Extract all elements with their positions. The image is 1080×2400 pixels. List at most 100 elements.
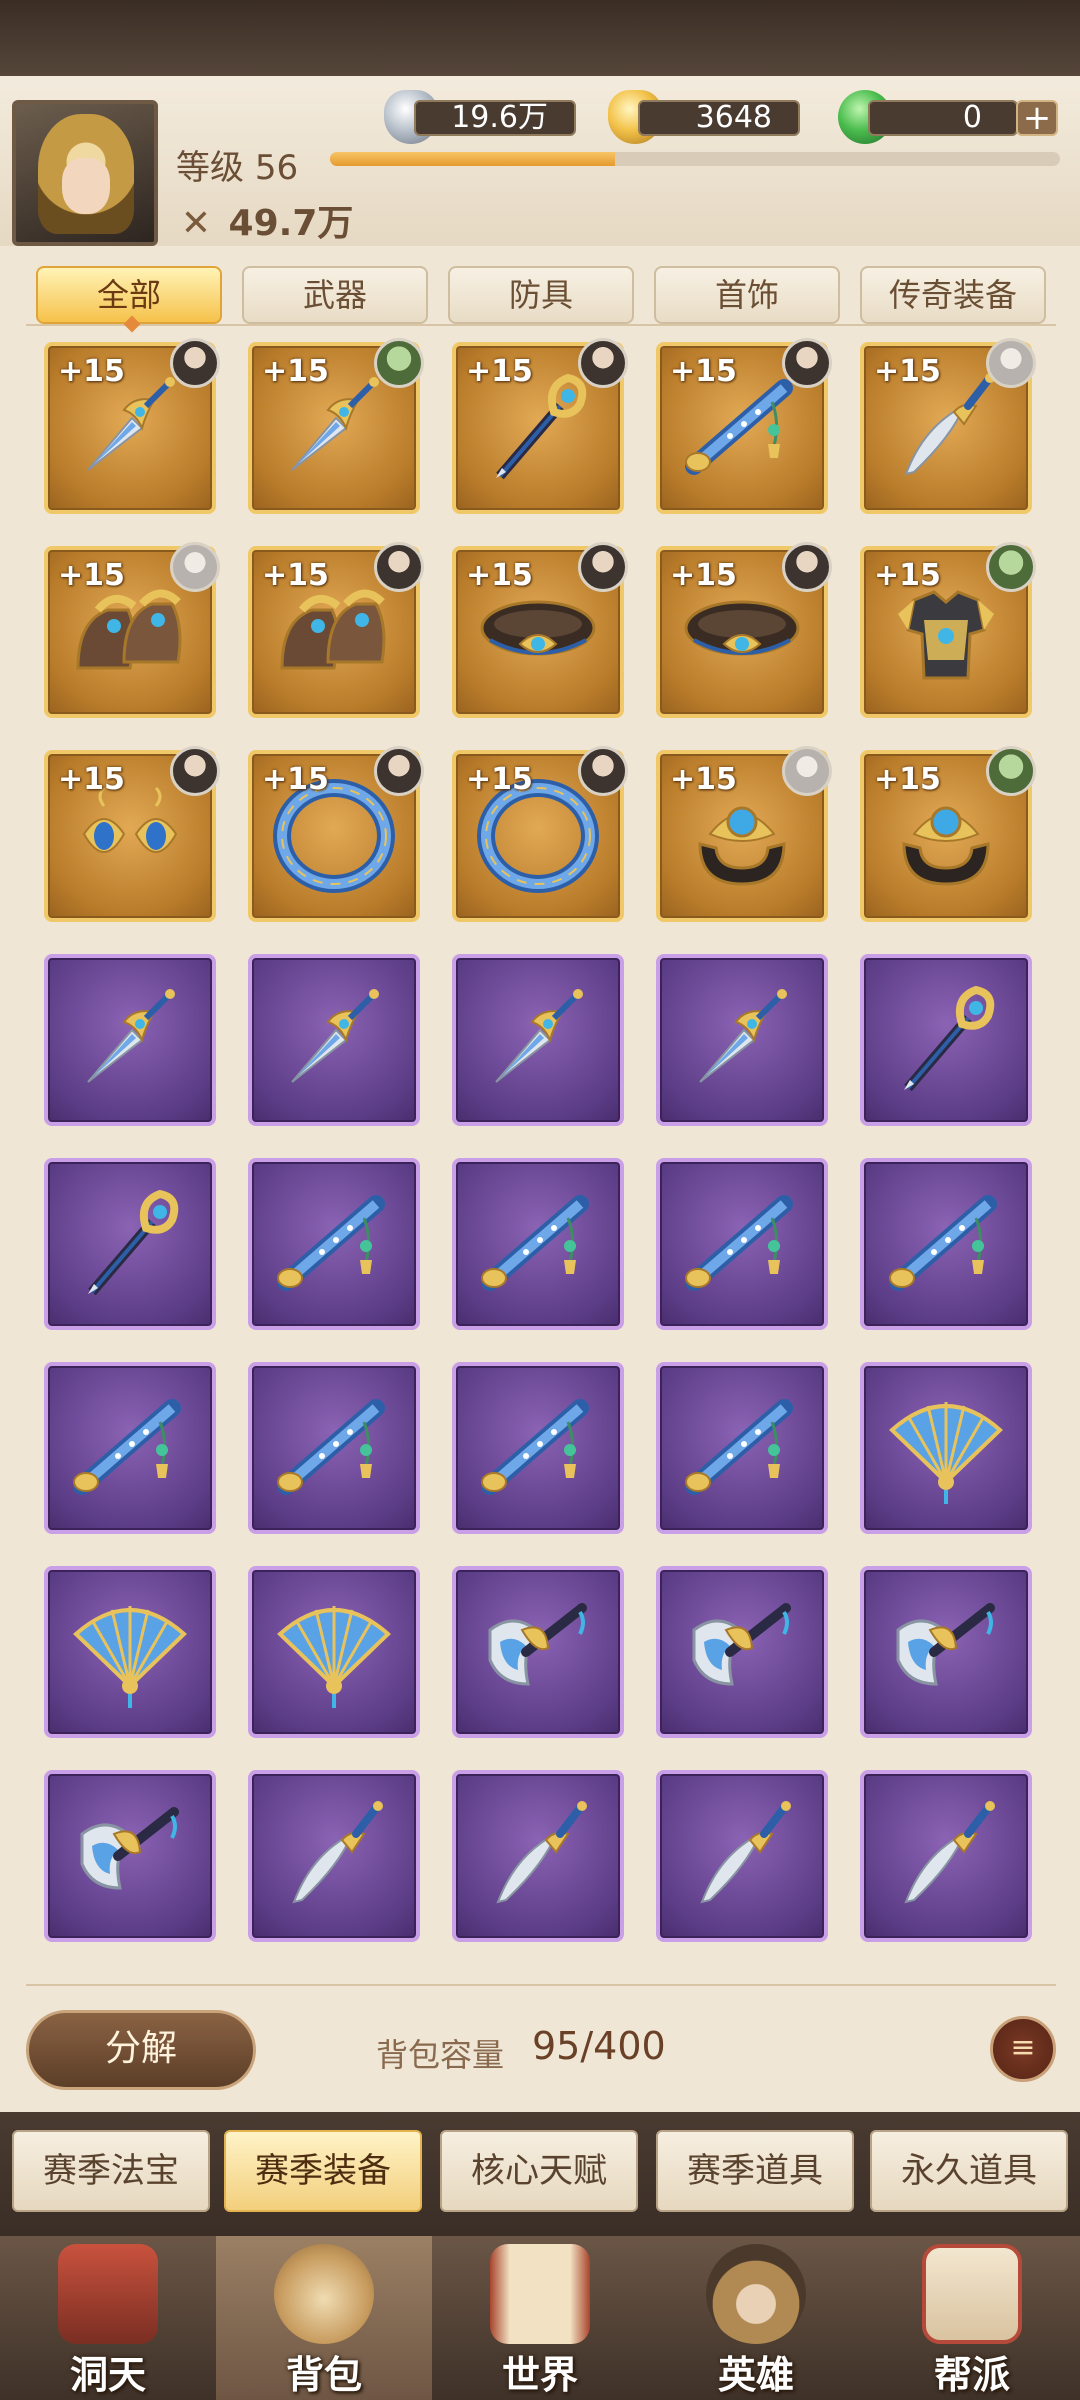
add-currency-button[interactable]: + xyxy=(1016,100,1058,136)
gold-counter[interactable]: 3648 xyxy=(638,100,800,136)
curved-blade-icon xyxy=(884,1794,1008,1918)
silver-counter[interactable]: 19.6万 xyxy=(414,100,576,136)
subtab-season-items[interactable]: 赛季道具 xyxy=(656,2130,854,2212)
item-slot[interactable] xyxy=(860,1158,1032,1330)
axe-icon xyxy=(476,1590,600,1714)
equipped-item-slot[interactable]: +15 xyxy=(248,542,424,718)
owner-hero-avatar xyxy=(578,746,628,796)
silver-value: 19.6万 xyxy=(451,100,548,135)
fan-icon xyxy=(272,1590,396,1714)
jade-counter[interactable]: 0 xyxy=(868,100,1018,136)
equipped-item-slot[interactable]: +15 xyxy=(860,542,1036,718)
subtab-season-equipment[interactable]: 赛季装备 xyxy=(224,2130,422,2212)
subtab-permanent-items[interactable]: 永久道具 xyxy=(870,2130,1068,2212)
item-slot[interactable] xyxy=(452,1770,624,1942)
dagger-icon xyxy=(272,978,396,1102)
item-slot[interactable] xyxy=(860,1566,1032,1738)
item-slot[interactable] xyxy=(248,1362,420,1534)
owner-hero-avatar xyxy=(578,542,628,592)
item-slot[interactable] xyxy=(44,1566,216,1738)
capacity-label: 背包容量 xyxy=(376,2036,505,2074)
enhance-level: +15 xyxy=(670,558,737,593)
equipped-item-slot[interactable]: +15 xyxy=(860,338,1036,514)
dagger-icon xyxy=(68,978,192,1102)
item-slot[interactable] xyxy=(452,1566,624,1738)
dagger-icon xyxy=(680,978,804,1102)
item-slot[interactable] xyxy=(44,1158,216,1330)
equipped-item-slot[interactable]: +15 xyxy=(248,746,424,922)
tab-all[interactable]: 全部 xyxy=(36,266,222,324)
player-level: 等级 56 xyxy=(176,140,298,189)
item-slot[interactable] xyxy=(656,1770,828,1942)
enhance-level: +15 xyxy=(58,558,125,593)
equipped-item-slot[interactable]: +15 xyxy=(248,338,424,514)
tab-armor[interactable]: 防具 xyxy=(448,266,634,324)
xp-bar-fill xyxy=(330,152,615,166)
fan-icon xyxy=(884,1386,1008,1510)
level-value: 56 xyxy=(254,148,299,188)
equipped-item-slot[interactable]: +15 xyxy=(44,542,220,718)
item-slot[interactable] xyxy=(248,1566,420,1738)
nav-hero[interactable]: 英雄 xyxy=(648,2236,864,2400)
avatar-face xyxy=(62,158,110,214)
bag-icon xyxy=(274,2244,374,2344)
item-slot[interactable] xyxy=(452,954,624,1126)
subtab-core-talent[interactable]: 核心天赋 xyxy=(440,2130,638,2212)
item-slot[interactable] xyxy=(248,954,420,1126)
equipped-item-slot[interactable]: +15 xyxy=(44,338,220,514)
nav-world[interactable]: 世界 xyxy=(432,2236,648,2400)
axe-icon xyxy=(680,1590,804,1714)
equipped-item-slot[interactable]: +15 xyxy=(44,746,220,922)
nav-label: 洞天 xyxy=(69,2353,146,2397)
equipped-item-slot[interactable]: +15 xyxy=(860,746,1036,922)
item-slot[interactable] xyxy=(860,954,1032,1126)
equipment-grid: +15 +15 +15 +15 +15 +15 +15 +15 +15 +15 +15 +15 +15 +… xyxy=(44,338,1044,1960)
item-slot[interactable] xyxy=(44,954,216,1126)
level-label: 等级 xyxy=(176,148,244,188)
equipped-item-slot[interactable]: +15 xyxy=(452,338,628,514)
scroll-icon xyxy=(490,2244,590,2344)
player-avatar[interactable] xyxy=(12,100,158,246)
enhance-level: +15 xyxy=(262,558,329,593)
item-slot[interactable] xyxy=(452,1158,624,1330)
category-tabs: 全部 武器 防具 首饰 传奇装备 xyxy=(36,266,1046,324)
item-slot[interactable] xyxy=(656,954,828,1126)
equipped-item-slot[interactable]: +15 xyxy=(656,746,832,922)
item-slot[interactable] xyxy=(656,1362,828,1534)
item-slot[interactable] xyxy=(656,1158,828,1330)
owner-hero-avatar xyxy=(170,746,220,796)
tab-legendary[interactable]: 传奇装备 xyxy=(860,266,1046,324)
crossed-swords-icon: ✕ xyxy=(180,203,212,244)
item-slot[interactable] xyxy=(248,1158,420,1330)
filter-icon[interactable]: ≡ xyxy=(990,2016,1056,2082)
item-slot[interactable] xyxy=(44,1362,216,1534)
nav-bag[interactable]: 背包 xyxy=(216,2236,432,2400)
item-slot[interactable] xyxy=(452,1362,624,1534)
equipped-item-slot[interactable]: +15 xyxy=(452,746,628,922)
owner-hero-avatar xyxy=(374,542,424,592)
equipped-item-slot[interactable]: +15 xyxy=(656,338,832,514)
item-slot[interactable] xyxy=(656,1566,828,1738)
enhance-level: +15 xyxy=(466,354,533,389)
footer-divider xyxy=(26,1984,1056,1986)
nav-label: 英雄 xyxy=(717,2353,794,2397)
tab-weapons[interactable]: 武器 xyxy=(242,266,428,324)
flute-icon xyxy=(476,1386,600,1510)
item-slot[interactable] xyxy=(44,1770,216,1942)
nav-dongtian[interactable]: 洞天 xyxy=(0,2236,216,2400)
curved-blade-icon xyxy=(476,1794,600,1918)
decompose-button[interactable]: 分解 xyxy=(26,2010,256,2090)
nav-guild[interactable]: 帮派 xyxy=(864,2236,1080,2400)
tab-accessories[interactable]: 首饰 xyxy=(654,266,840,324)
item-slot[interactable] xyxy=(248,1770,420,1942)
equipped-item-slot[interactable]: +15 xyxy=(656,542,832,718)
enhance-level: +15 xyxy=(874,558,941,593)
owner-hero-avatar xyxy=(782,746,832,796)
combat-power: ✕ 49.7万 xyxy=(176,194,353,246)
item-slot[interactable] xyxy=(860,1362,1032,1534)
item-slot[interactable] xyxy=(860,1770,1032,1942)
subtab-season-treasure[interactable]: 赛季法宝 xyxy=(12,2130,210,2212)
dagger-icon xyxy=(476,978,600,1102)
nav-label: 帮派 xyxy=(933,2353,1010,2397)
equipped-item-slot[interactable]: +15 xyxy=(452,542,628,718)
